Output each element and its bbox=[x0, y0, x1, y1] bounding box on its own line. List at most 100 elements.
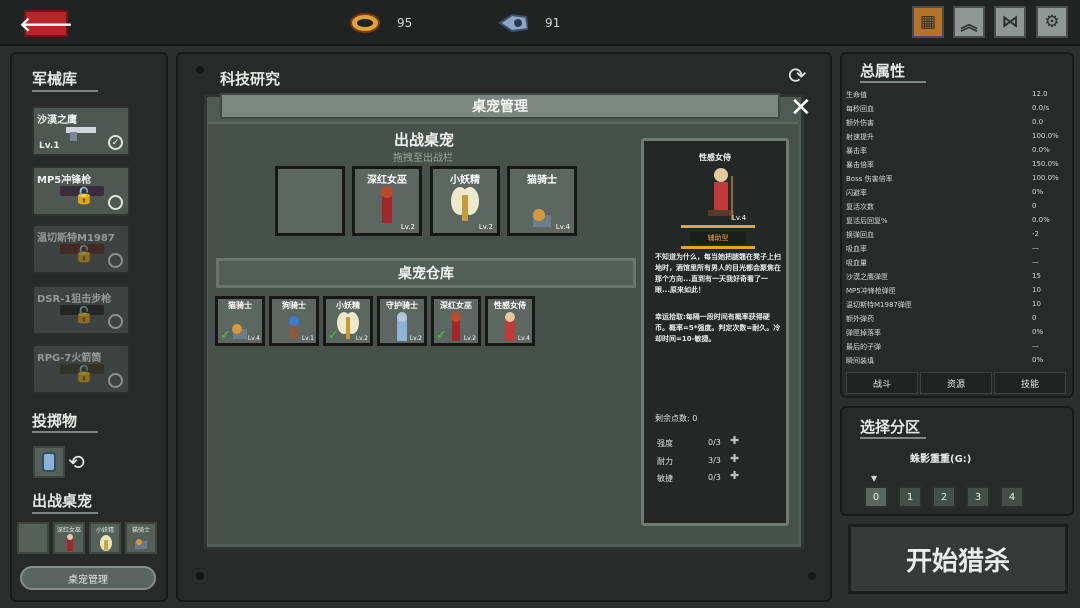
weapon-slot[interactable]: 温切斯特M1987 🔓 bbox=[32, 224, 130, 274]
pet-manage-button[interactable]: 桌宠管理 bbox=[20, 566, 156, 590]
lock-icon: 🔓 bbox=[74, 186, 94, 205]
tab-combat[interactable]: 战斗 bbox=[846, 372, 918, 394]
stat-label: 敏捷 bbox=[657, 474, 673, 483]
throwable-title: 投掷物 bbox=[32, 412, 78, 430]
gear-icon[interactable]: ⚙ bbox=[1036, 6, 1068, 38]
attr-value: 0% bbox=[1032, 356, 1044, 364]
attr-row: 生命值 12.0 bbox=[846, 90, 1066, 100]
attr-row: 温切斯特M1987弹匣 10 bbox=[846, 300, 1066, 310]
pet-name: 猫骑士 bbox=[228, 301, 252, 310]
add-stat-icon[interactable]: ✚ bbox=[730, 452, 739, 465]
warehouse-header: 桌宠仓库 bbox=[216, 258, 636, 288]
type-stripe bbox=[681, 225, 755, 228]
zone-option[interactable]: 4 bbox=[1000, 486, 1024, 508]
zone-option[interactable]: 2 bbox=[932, 486, 956, 508]
attr-row: 吸血量 — bbox=[846, 258, 1066, 268]
attr-key: 额外伤害 bbox=[846, 119, 874, 127]
unselected-circle-icon bbox=[108, 195, 123, 210]
pet-level: Lv.4 bbox=[555, 223, 570, 231]
back-button[interactable]: 🡐 bbox=[19, 10, 73, 37]
pet-name: 深红女巫 bbox=[440, 301, 472, 310]
start-hunt-button[interactable]: 开始猎杀 bbox=[848, 524, 1068, 594]
battle-slot[interactable]: 猫骑士 Lv.4 bbox=[507, 166, 577, 236]
battle-slot-empty[interactable] bbox=[275, 166, 345, 236]
tab-resources[interactable]: 资源 bbox=[920, 372, 992, 394]
pet-name: 深红女巫 bbox=[367, 175, 407, 186]
detail-level: Lv.4 bbox=[732, 214, 747, 222]
zone-option[interactable]: 3 bbox=[966, 486, 990, 508]
pet-level: Lv.2 bbox=[409, 335, 422, 342]
attributes-underline bbox=[860, 81, 926, 83]
stat-value: 3/3 bbox=[708, 456, 721, 465]
detail-skill: 幸运拾取:每隔一段时间有概率获得硬币。概率=5*强度。判定次数=耐久。冷却时间=… bbox=[655, 313, 781, 343]
grenade-slot[interactable] bbox=[33, 446, 65, 478]
attr-key: 每秒回血 bbox=[846, 105, 874, 113]
pet-level: Lv.4 bbox=[247, 335, 260, 342]
attr-row: 暴击率 0.0% bbox=[846, 146, 1066, 156]
attr-value: — bbox=[1032, 258, 1039, 266]
close-icon[interactable]: ✕ bbox=[790, 95, 812, 121]
attr-row: Boss 伤害倍率 100.0% bbox=[846, 174, 1066, 184]
battle-slot[interactable]: 小妖精 Lv.2 bbox=[430, 166, 500, 236]
pet-mini-slot[interactable]: 深红女巫 bbox=[53, 522, 85, 554]
zone-title: 选择分区 bbox=[860, 418, 921, 436]
zone-option[interactable]: 1 bbox=[898, 486, 922, 508]
lock-icon: 🔓 bbox=[74, 305, 94, 324]
pet-mini-name: 小妖精 bbox=[95, 527, 114, 534]
collapse-icon[interactable]: ⋈ bbox=[994, 6, 1026, 38]
attr-value: — bbox=[1032, 342, 1039, 350]
cat-knight-icon bbox=[135, 539, 147, 549]
warehouse-pet[interactable]: 小妖精 ✓ Lv.2 bbox=[323, 296, 373, 346]
battle-pets-title: 出战桌宠 bbox=[394, 131, 455, 149]
selected-check-icon: ✓ bbox=[328, 328, 339, 343]
attr-row: MP5冲锋枪弹匣 10 bbox=[846, 286, 1066, 296]
warehouse-pet[interactable]: 猫骑士 ✓ Lv.4 bbox=[215, 296, 265, 346]
attr-key: 额外弹药 bbox=[846, 315, 874, 323]
pet-level: Lv.1 bbox=[301, 335, 314, 342]
add-stat-icon[interactable]: ✚ bbox=[730, 434, 739, 447]
warehouse-pet[interactable]: 守护骑士 Lv.2 bbox=[377, 296, 427, 346]
warehouse-pet[interactable]: 性感女侍 Lv.4 bbox=[485, 296, 535, 346]
maid-icon bbox=[505, 312, 515, 341]
pet-name: 守护骑士 bbox=[386, 301, 418, 310]
attr-row: 换弹回血 -2 bbox=[846, 230, 1066, 240]
stat-value: 0/3 bbox=[708, 473, 721, 482]
zone-option[interactable]: 0 bbox=[864, 486, 888, 508]
attr-row: 射速提升 100.0% bbox=[846, 132, 1066, 142]
attr-row: 额外弹药 0 bbox=[846, 314, 1066, 324]
chevron-up-icon[interactable]: ︽ bbox=[953, 6, 985, 38]
weapon-slot[interactable]: RPG-7火箭筒 🔓 bbox=[32, 344, 130, 394]
add-stat-icon[interactable]: ✚ bbox=[730, 469, 739, 482]
refresh-icon[interactable]: ⟳ bbox=[788, 64, 806, 89]
attr-row: 复活后回复% 0.0% bbox=[846, 216, 1066, 226]
lock-icon: 🔓 bbox=[74, 244, 94, 263]
attr-key: 闪避率 bbox=[846, 189, 867, 197]
attr-row: 每秒回血 0.0/s bbox=[846, 104, 1066, 114]
attr-key: 温切斯特M1987弹匣 bbox=[846, 301, 912, 309]
attr-key: MP5冲锋枪弹匣 bbox=[846, 287, 896, 295]
attr-key: 复活后回复% bbox=[846, 217, 888, 225]
pet-mini-slot[interactable]: 猫骑士 bbox=[125, 522, 157, 554]
weapon-slot[interactable]: 沙漠之鹰 Lv.1 ✓ bbox=[32, 106, 130, 156]
swap-icon[interactable]: ⟲ bbox=[68, 450, 85, 474]
weapon-name: RPG-7火箭筒 bbox=[37, 353, 102, 364]
selected-check-icon: ✓ bbox=[220, 328, 231, 343]
pet-level: Lv.2 bbox=[463, 335, 476, 342]
armory-title: 军械库 bbox=[32, 70, 78, 88]
inventory-icon[interactable]: ▦ bbox=[912, 6, 944, 38]
gear-part-icon bbox=[498, 10, 528, 36]
attr-key: 弹匣掉落率 bbox=[846, 329, 881, 337]
pet-mini-slot[interactable]: 小妖精 bbox=[89, 522, 121, 554]
battle-slot[interactable]: 深红女巫 Lv.2 bbox=[352, 166, 422, 236]
attr-value: 12.0 bbox=[1032, 90, 1048, 98]
tab-skills[interactable]: 技能 bbox=[994, 372, 1066, 394]
weapon-slot[interactable]: DSR-1狙击步枪 🔓 bbox=[32, 285, 130, 335]
pet-mini-slot-empty[interactable] bbox=[17, 522, 49, 554]
attr-key: 换弹回血 bbox=[846, 231, 874, 239]
warehouse-pet[interactable]: 深红女巫 ✓ Lv.2 bbox=[431, 296, 481, 346]
attr-value: — bbox=[1032, 244, 1039, 252]
attr-value: 0 bbox=[1032, 202, 1037, 210]
warehouse-pet[interactable]: 狗骑士 Lv.1 bbox=[269, 296, 319, 346]
fairy-icon bbox=[100, 535, 112, 551]
weapon-slot[interactable]: MP5冲锋枪 🔓 bbox=[32, 166, 130, 216]
